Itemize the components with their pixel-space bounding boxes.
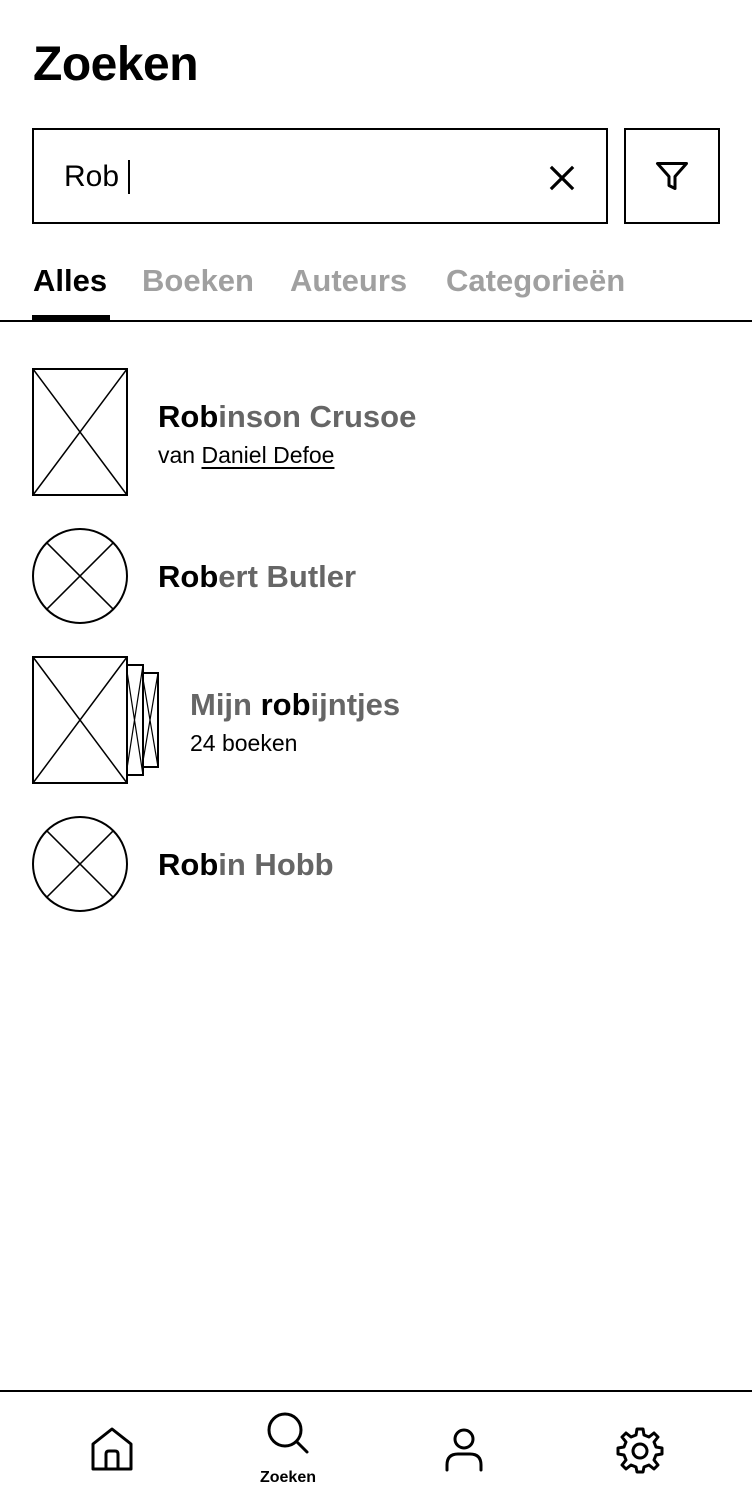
profile-icon xyxy=(445,1428,483,1472)
author-avatar-image xyxy=(32,816,128,912)
tab-categorieen[interactable]: Categorieën xyxy=(446,262,625,300)
tab-bar: Alles Boeken Auteurs Categorieën xyxy=(0,252,752,322)
settings-icon xyxy=(616,1427,664,1474)
book-cover-image xyxy=(32,368,128,496)
active-tab-indicator xyxy=(32,315,110,321)
result-title: Robert Butler xyxy=(158,559,357,594)
nav-search-label: Zoeken xyxy=(259,1469,316,1486)
filter-icon xyxy=(656,162,688,190)
filter-button[interactable] xyxy=(624,128,720,224)
result-subtitle: 24 boeken xyxy=(190,730,298,756)
nav-settings[interactable] xyxy=(570,1392,710,1504)
author-avatar-image xyxy=(32,528,128,624)
tab-boeken[interactable]: Boeken xyxy=(142,262,254,300)
search-input-value: Rob xyxy=(64,160,120,193)
page-title: Zoeken xyxy=(33,38,199,91)
result-subtitle: van Daniel Defoe xyxy=(158,442,335,468)
result-title: Robinson Crusoe xyxy=(158,399,417,434)
home-icon xyxy=(91,1427,133,1471)
tab-alles[interactable]: Alles xyxy=(33,262,107,300)
result-title: Mijn robijntjes xyxy=(190,687,401,722)
text-caret xyxy=(128,160,130,194)
tab-auteurs[interactable]: Auteurs xyxy=(290,262,407,300)
search-input[interactable]: Rob xyxy=(32,128,608,224)
nav-home[interactable] xyxy=(42,1392,182,1504)
nav-profile[interactable] xyxy=(394,1392,534,1504)
author-link[interactable]: Daniel Defoe xyxy=(201,442,334,468)
clear-search-button[interactable] xyxy=(542,158,582,198)
close-icon xyxy=(549,165,575,191)
collection-cover-stack-image xyxy=(32,656,159,784)
bottom-nav: Zoeken xyxy=(0,1390,752,1504)
nav-search[interactable]: Zoeken xyxy=(218,1392,358,1504)
result-item[interactable]: Mijn robijntjes 24 boeken xyxy=(0,654,752,786)
result-item[interactable]: Robin Hobb xyxy=(0,814,752,914)
search-icon xyxy=(267,1412,309,1454)
result-title: Robin Hobb xyxy=(158,847,334,882)
result-item[interactable]: Robert Butler xyxy=(0,526,752,626)
result-item[interactable]: Robinson Crusoe van Daniel Defoe xyxy=(0,366,752,498)
